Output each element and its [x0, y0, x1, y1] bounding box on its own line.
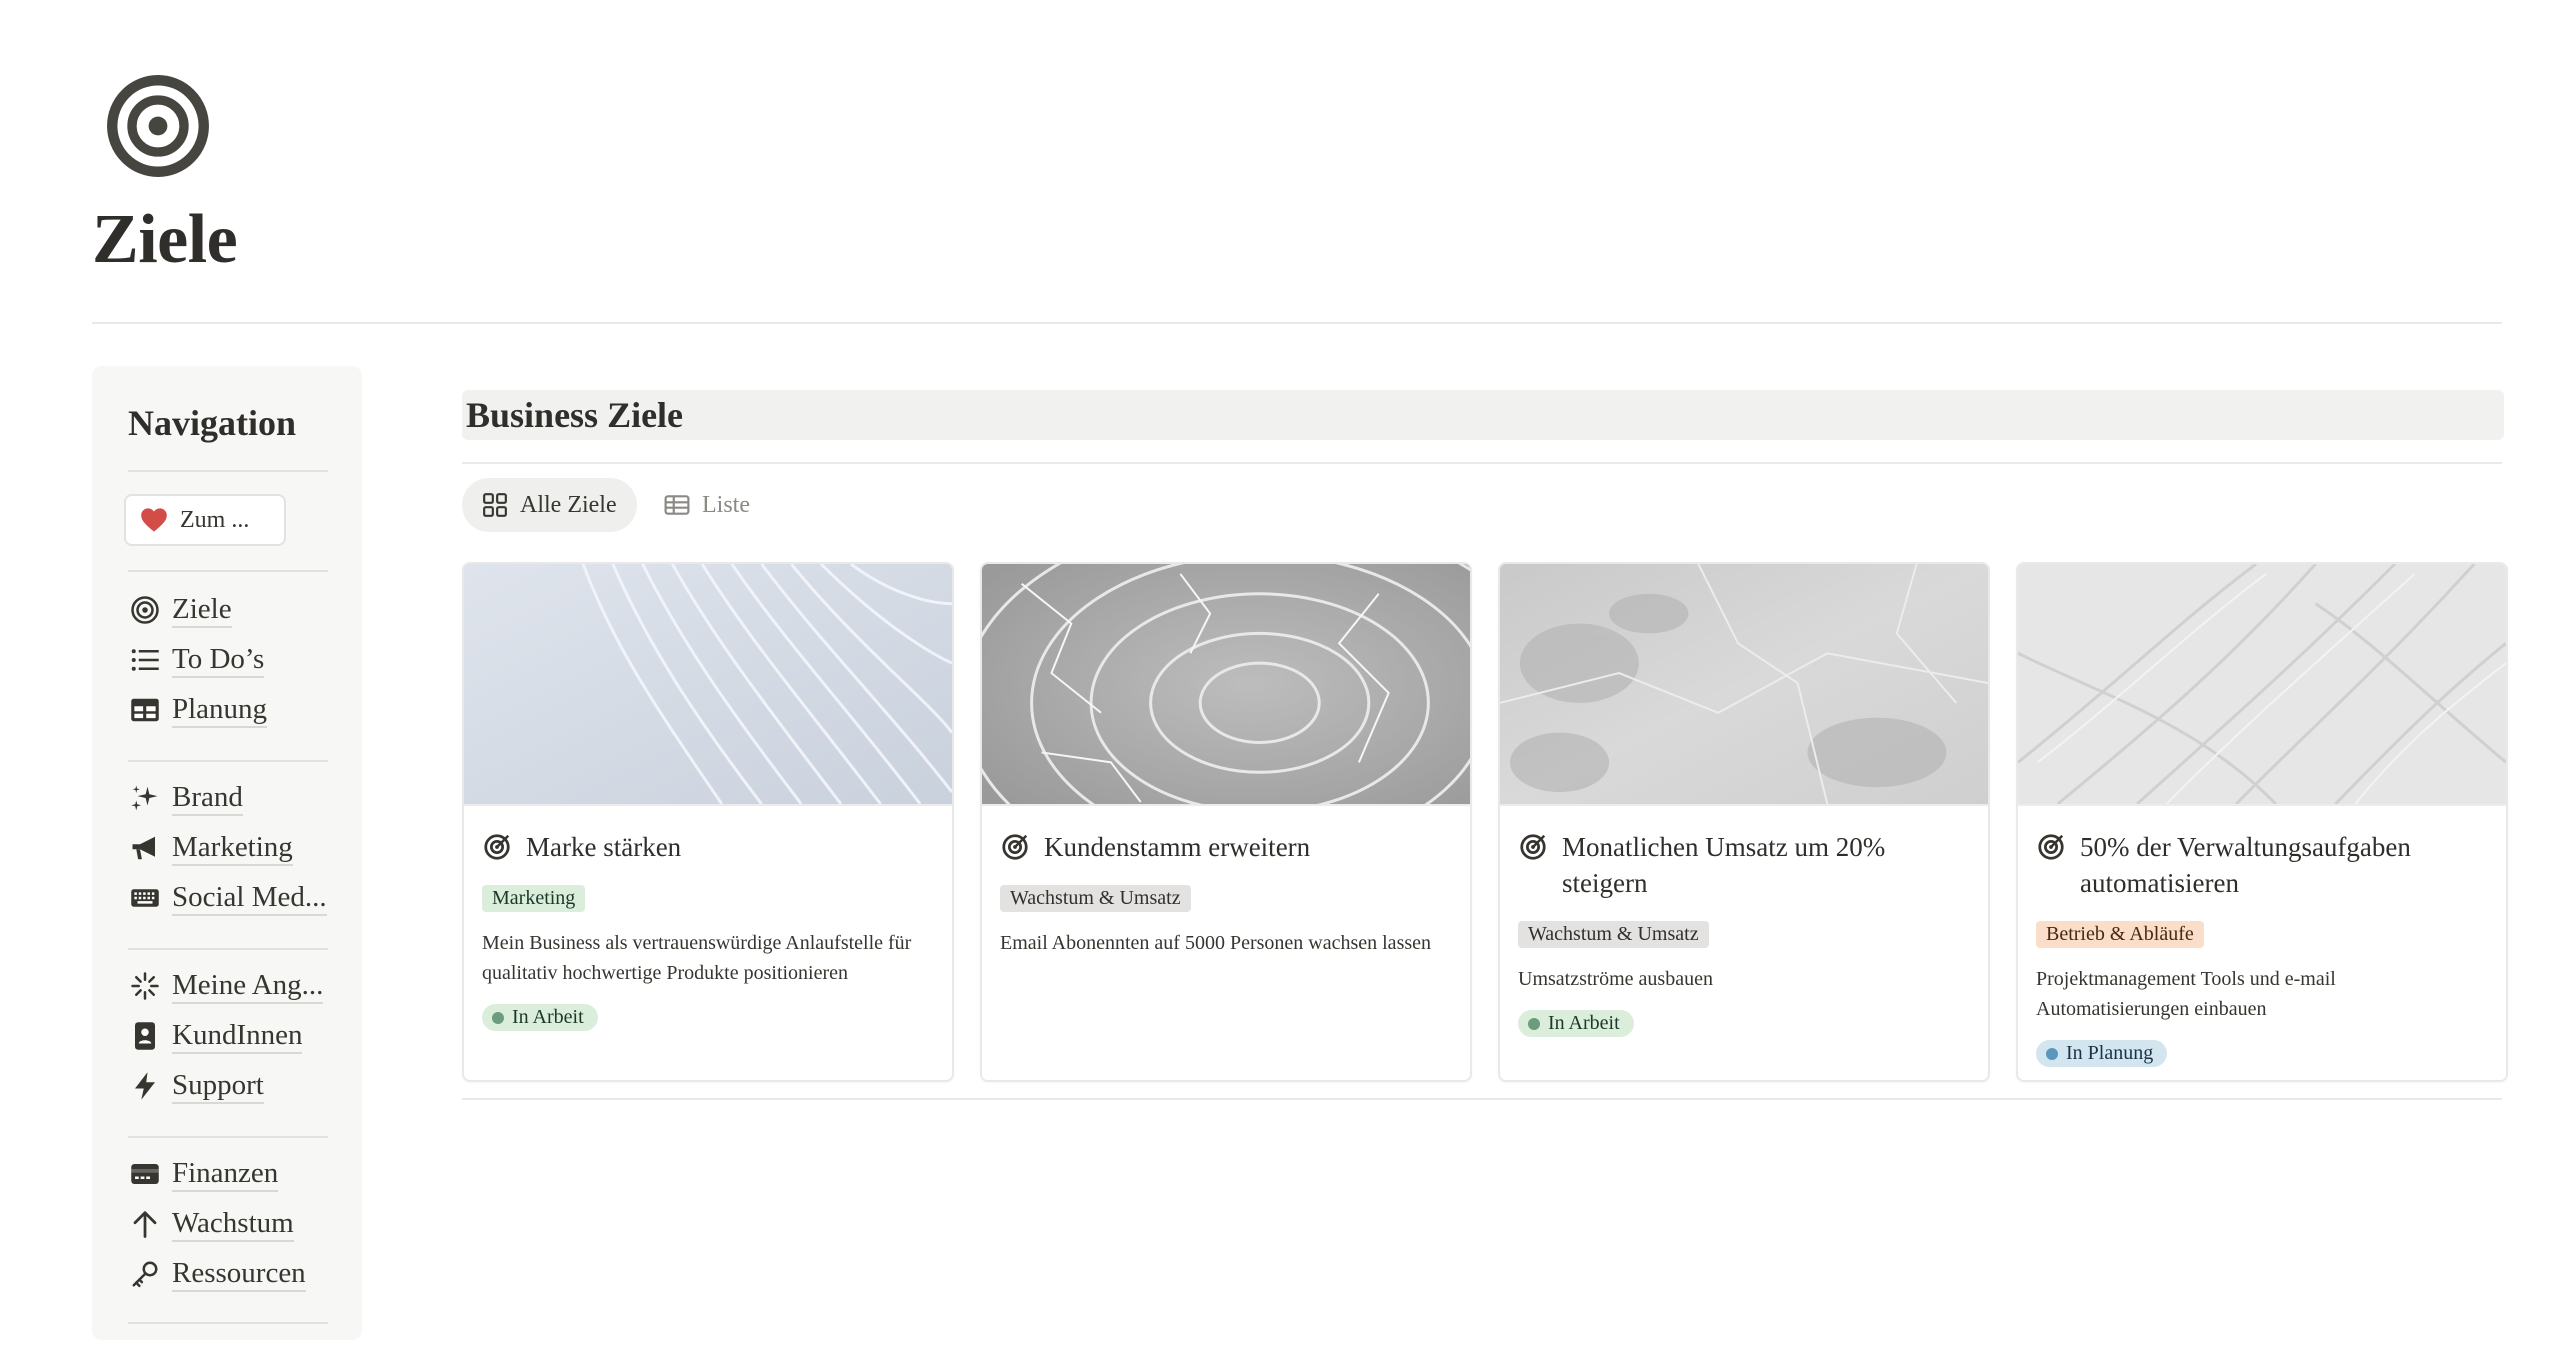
card-cover-image: [464, 564, 952, 806]
nav-item-support[interactable]: Support: [128, 1064, 264, 1108]
key-icon: [128, 1257, 162, 1291]
nav-item-label: Ressourcen: [172, 1256, 306, 1292]
status-label: In Planung: [2066, 1042, 2154, 1064]
card-cover-image: [1500, 564, 1988, 806]
target-icon: [128, 593, 162, 627]
nav-item-ziele[interactable]: Ziele: [128, 588, 232, 632]
divider: [128, 760, 328, 762]
card-title: 50% der Verwaltungsaufgaben automatisier…: [2080, 832, 2411, 898]
target-icon: [1002, 834, 1028, 860]
card-title: Marke stärken: [526, 832, 682, 862]
status-dot: [1528, 1017, 1540, 1030]
card-title: Kundenstamm erweitern: [1044, 832, 1311, 862]
status-badge: In Arbeit: [1518, 1010, 1634, 1037]
list-icon: [128, 643, 162, 677]
tab-label: Liste: [702, 491, 750, 518]
credit-card-icon: [128, 1157, 162, 1191]
database-title: Business Ziele: [462, 390, 2504, 440]
pinned-link-label: Zum ...: [180, 506, 250, 533]
target-icon: [2038, 834, 2064, 860]
category-tag: Wachstum & Umsatz: [1000, 885, 1191, 912]
status-label: In Arbeit: [1548, 1012, 1620, 1034]
nav-item-finanzen[interactable]: Finanzen: [128, 1152, 279, 1196]
table-icon: [664, 495, 690, 515]
card-cover-image: [2018, 564, 2506, 806]
divider: [128, 948, 328, 950]
gallery-card[interactable]: Monatlichen Umsatz um 20% steigern Wachs…: [1498, 562, 1990, 1082]
category-tag: Betrieb & Abläufe: [2036, 921, 2204, 948]
divider: [128, 470, 328, 472]
status-dot: [2046, 1047, 2058, 1060]
category-tag: Marketing: [482, 885, 586, 912]
nav-item-label: To Do’s: [172, 642, 265, 678]
card-title: Monatlichen Umsatz um 20% steigern: [1562, 832, 1886, 898]
page-title: Ziele: [92, 201, 238, 278]
gallery-card[interactable]: Marke stärken Marketing Mein Business al…: [462, 562, 954, 1082]
nav-item-kundinnen[interactable]: KundInnen: [128, 1014, 303, 1058]
card-cover-image: [982, 564, 1470, 893]
status-dot: [492, 1011, 504, 1024]
nav-item-wachstum[interactable]: Wachstum: [128, 1202, 294, 1246]
nav-item-meine-angebote[interactable]: Meine Ang...: [128, 964, 324, 1008]
nav-item-label: Marketing: [172, 830, 293, 866]
nav-item-label: Planung: [172, 692, 268, 728]
nav-item-social-media[interactable]: Social Med...: [128, 876, 327, 920]
nav-item-label: Ziele: [172, 592, 232, 628]
contact-card-icon: [128, 1019, 162, 1053]
divider: [128, 1322, 328, 1324]
status-badge: In Planung: [2036, 1040, 2168, 1067]
nav-item-label: Finanzen: [172, 1156, 279, 1192]
target-icon: [107, 75, 209, 177]
gallery-icon: [483, 493, 507, 517]
nav-item-label: Brand: [172, 780, 243, 816]
nav-item-label: Support: [172, 1068, 264, 1104]
pinned-link-button[interactable]: Zum ...: [124, 494, 286, 546]
keyboard-icon: [128, 881, 162, 915]
card-description: Projektmanagement Tools und e-mail Autom…: [2036, 968, 2336, 1020]
table-icon: [128, 693, 162, 727]
divider: [462, 1098, 2502, 1100]
gallery-card[interactable]: 50% der Verwaltungsaufgaben automatisier…: [2016, 562, 2508, 1082]
nav-item-label: Wachstum: [172, 1206, 294, 1242]
nav-item-marketing[interactable]: Marketing: [128, 826, 293, 870]
divider: [128, 1136, 328, 1138]
heart-icon: [141, 508, 167, 532]
nav-item-ressourcen[interactable]: Ressourcen: [128, 1252, 306, 1296]
divider: [92, 322, 2502, 324]
status-label: In Arbeit: [512, 1006, 584, 1028]
divider: [128, 570, 328, 572]
status-badge: In Arbeit: [482, 1004, 598, 1031]
loader-icon: [128, 969, 162, 1003]
arrow-up-icon: [128, 1207, 162, 1241]
tab-label: Alle Ziele: [520, 491, 617, 518]
card-description: Umsatzströme ausbauen: [1518, 968, 1713, 990]
category-tag: Wachstum & Umsatz: [1518, 921, 1709, 948]
divider: [462, 462, 2502, 464]
target-icon: [484, 834, 510, 860]
nav-item-label: KundInnen: [172, 1018, 303, 1054]
nav-item-todos[interactable]: To Do’s: [128, 638, 265, 682]
gallery-card[interactable]: Kundenstamm erweitern Wachstum & Umsatz …: [980, 562, 1472, 1082]
tab-alle-ziele[interactable]: Alle Ziele: [462, 478, 637, 532]
navigation-sidebar: Navigation Zum ... Ziele To Do’s Planung…: [92, 366, 362, 1340]
megaphone-icon: [128, 831, 162, 865]
nav-item-label: Social Med...: [172, 880, 327, 916]
nav-item-planung[interactable]: Planung: [128, 688, 268, 732]
card-description: Mein Business als vertrauenswürdige Anla…: [482, 932, 912, 984]
card-description: Email Abonennten auf 5000 Personen wachs…: [1000, 932, 1432, 954]
tab-liste[interactable]: Liste: [644, 478, 770, 532]
nav-item-label: Meine Ang...: [172, 968, 324, 1004]
target-icon: [1520, 834, 1546, 860]
sparkles-icon: [128, 781, 162, 815]
nav-item-brand[interactable]: Brand: [128, 776, 243, 820]
bolt-icon: [128, 1069, 162, 1103]
nav-heading: Navigation: [128, 403, 297, 443]
